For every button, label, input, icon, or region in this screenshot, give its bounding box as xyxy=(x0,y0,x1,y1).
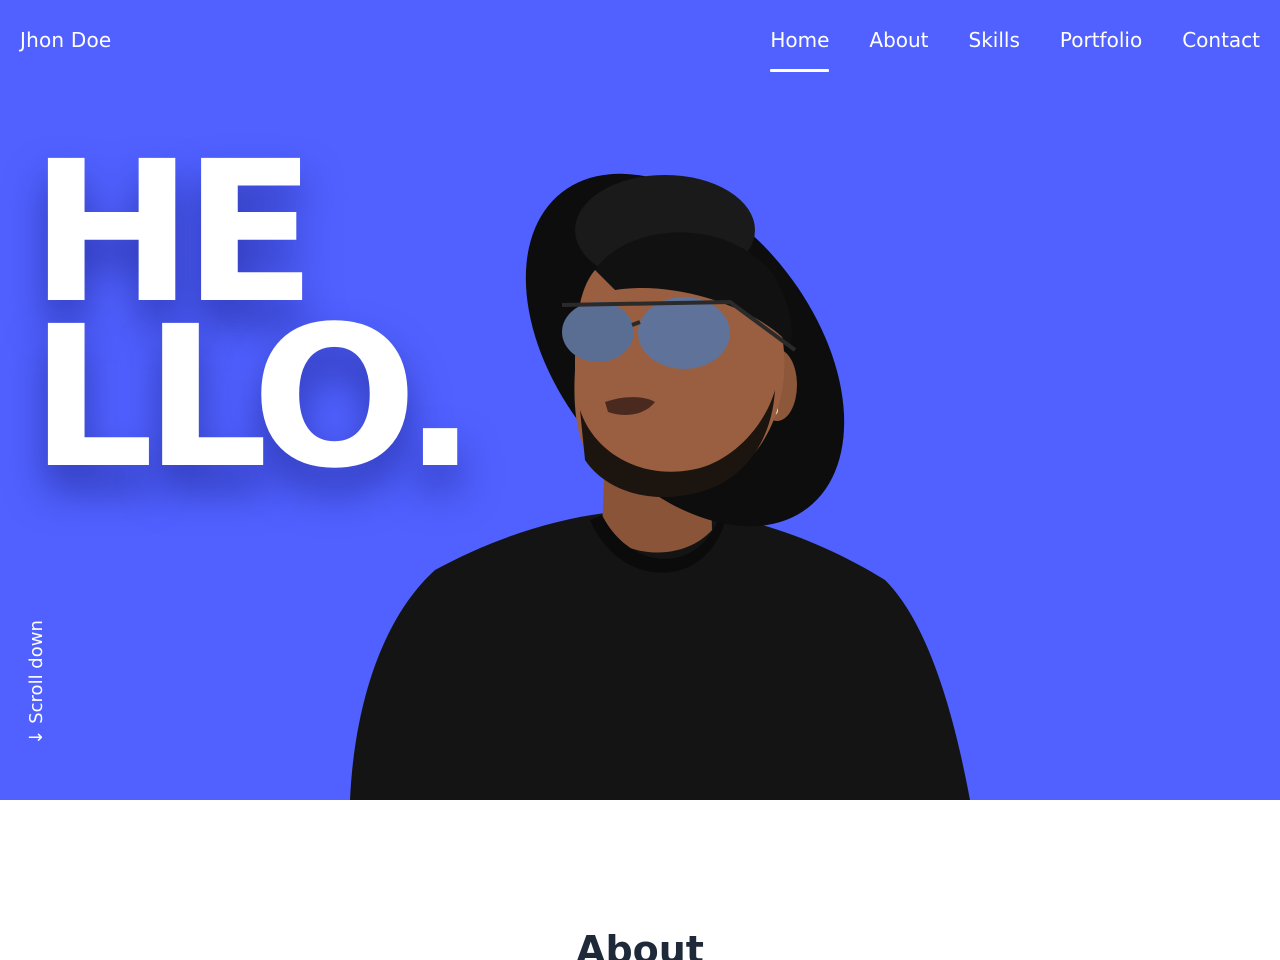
nav-contact[interactable]: Contact xyxy=(1182,28,1260,72)
scroll-down-label: Scroll down xyxy=(25,620,47,724)
hero-heading-line-2: LLO. xyxy=(30,284,477,511)
brand-logo[interactable]: Jhon Doe xyxy=(20,28,111,52)
about-section-title: About xyxy=(576,928,704,960)
arrow-down-icon: ↓ xyxy=(25,729,47,745)
nav-skills[interactable]: Skills xyxy=(969,28,1020,72)
scroll-down-link[interactable]: ↓ Scroll down xyxy=(24,615,48,750)
nav-portfolio[interactable]: Portfolio xyxy=(1060,28,1142,72)
main-nav: Home About Skills Portfolio Contact xyxy=(770,28,1260,72)
hero-section: Jhon Doe Home About Skills Portfolio Con… xyxy=(0,0,1280,800)
nav-about[interactable]: About xyxy=(869,28,928,72)
nav-home[interactable]: Home xyxy=(770,28,830,72)
hero-heading: HE LLO. xyxy=(30,135,477,511)
